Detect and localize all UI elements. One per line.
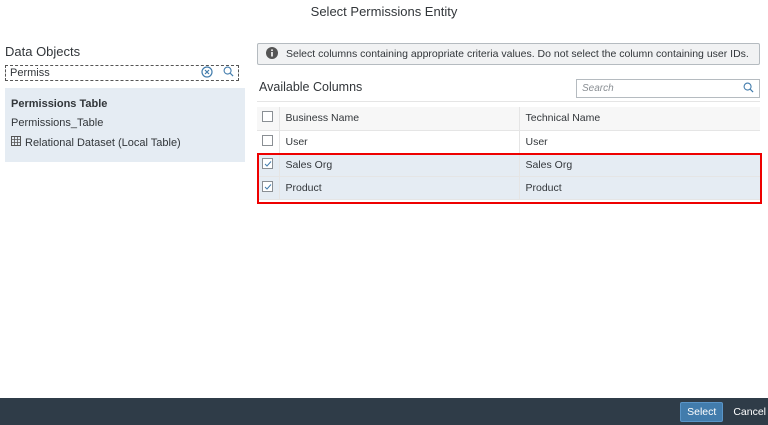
select-button[interactable]: Select (680, 401, 724, 422)
clear-icon[interactable] (201, 65, 213, 81)
dialog-title: Select Permissions Entity (310, 4, 458, 19)
checkmark-icon (264, 160, 271, 167)
table-row[interactable]: User User (257, 130, 760, 154)
columns-search-input[interactable]: Search (576, 79, 760, 98)
business-name-cell: Sales Org (279, 153, 520, 177)
header-technical-name[interactable]: Technical Name (519, 107, 760, 131)
result-type: Relational Dataset (Local Table) (25, 136, 181, 149)
divider (257, 101, 760, 102)
cancel-button[interactable]: Cancel (733, 406, 766, 418)
technical-name-cell: Sales Org (519, 153, 760, 177)
business-name-cell: Product (279, 176, 520, 200)
select-all-checkbox[interactable] (262, 111, 273, 123)
search-icon[interactable] (743, 82, 754, 96)
info-message-strip: Select columns containing appropriate cr… (257, 43, 760, 65)
search-value: Permiss (10, 67, 50, 79)
data-objects-panel: Data Objects Permiss Permissions Table P… (5, 40, 245, 162)
search-placeholder: Search (582, 83, 614, 94)
result-title: Permissions Table (11, 98, 108, 110)
header-business-name[interactable]: Business Name (279, 107, 520, 131)
info-text: Select columns containing appropriate cr… (286, 48, 749, 60)
info-icon (266, 46, 278, 62)
technical-name-cell: User (519, 130, 760, 154)
data-objects-search-input[interactable]: Permiss (5, 65, 239, 81)
data-object-result[interactable]: Permissions Table Permissions_Table Rela… (5, 88, 245, 162)
table-header-row: Business Name Technical Name (257, 107, 760, 131)
table-row[interactable]: Product Product (257, 176, 760, 200)
table-icon (11, 136, 21, 149)
search-icon[interactable] (223, 66, 234, 80)
row-checkbox[interactable] (262, 134, 273, 146)
dialog-footer: Select Cancel (0, 398, 768, 425)
columns-table: Business Name Technical Name User User S… (257, 107, 760, 200)
business-name-cell: User (279, 130, 520, 154)
data-objects-heading: Data Objects (5, 44, 81, 59)
checkmark-icon (264, 183, 271, 190)
available-columns-heading: Available Columns (259, 80, 363, 94)
row-checkbox[interactable] (262, 181, 273, 193)
technical-name-cell: Product (519, 176, 760, 200)
row-checkbox[interactable] (262, 158, 273, 170)
result-technical-name: Permissions_Table (11, 117, 104, 129)
table-row[interactable]: Sales Org Sales Org (257, 153, 760, 177)
